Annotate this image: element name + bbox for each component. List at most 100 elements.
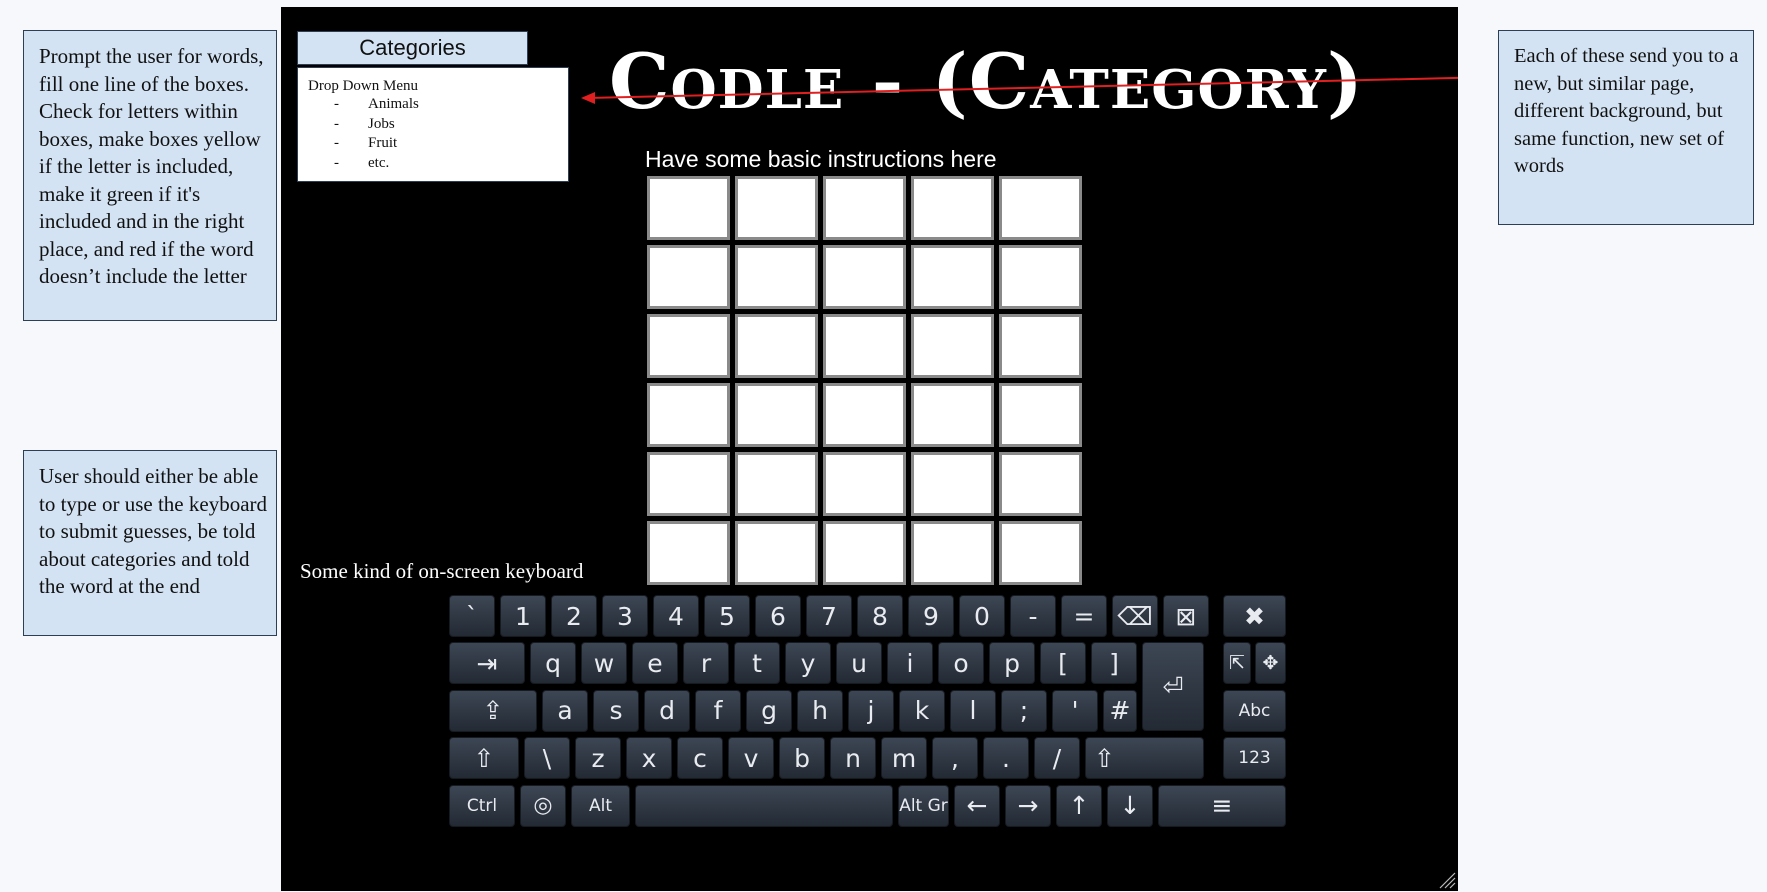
list-bullet: - [334, 96, 339, 112]
key-apostrophe[interactable]: ' [1052, 689, 1098, 732]
backspace-icon[interactable]: ⌫ [1112, 595, 1158, 637]
key-s[interactable]: s [593, 689, 639, 732]
resize-grip-icon[interactable] [1436, 869, 1456, 889]
delete-icon[interactable]: ⊠ [1163, 595, 1209, 637]
arrow-right-icon[interactable]: → [1005, 784, 1051, 827]
letter-box [735, 176, 818, 240]
letter-box [823, 314, 906, 378]
key-a[interactable]: a [542, 689, 588, 732]
key-equals[interactable]: = [1061, 595, 1107, 637]
alt-gr-key[interactable]: Alt Gr [898, 784, 949, 827]
key-e[interactable]: e [632, 642, 678, 685]
key-right-bracket[interactable]: ] [1091, 642, 1137, 685]
tab-icon[interactable]: ⇥ [449, 642, 525, 685]
caps-lock-icon[interactable]: ⇪ [449, 689, 537, 732]
list-bullet: - [334, 115, 339, 132]
key-left-bracket[interactable]: [ [1040, 642, 1086, 685]
key-f[interactable]: f [695, 689, 741, 732]
letter-box [999, 383, 1082, 447]
key-1[interactable]: 1 [500, 595, 546, 637]
close-keyboard-icon[interactable]: ✖ [1223, 595, 1286, 637]
key-minus[interactable]: - [1010, 595, 1056, 637]
key-g[interactable]: g [746, 689, 792, 732]
key-l[interactable]: l [950, 689, 996, 732]
key-slash[interactable]: / [1034, 737, 1080, 780]
menu-icon[interactable]: ≡ [1158, 784, 1286, 827]
key-semicolon[interactable]: ; [1001, 689, 1047, 732]
alt-key[interactable]: Alt [571, 784, 630, 827]
key-6[interactable]: 6 [755, 595, 801, 637]
key-n[interactable]: n [830, 737, 876, 780]
pointer-icon[interactable]: ⇱ [1223, 642, 1251, 685]
key-r[interactable]: r [683, 642, 729, 685]
space-bar[interactable] [635, 784, 893, 827]
dropdown-item-label: Fruit [368, 135, 398, 152]
letter-box [823, 176, 906, 240]
dropdown-item-label: Animals [368, 96, 419, 112]
key-i[interactable]: i [887, 642, 933, 685]
key-d[interactable]: d [644, 689, 690, 732]
move-icon[interactable]: ✥ [1255, 642, 1286, 685]
letter-box [823, 245, 906, 309]
key-h[interactable]: h [797, 689, 843, 732]
dropdown-item-label: Jobs [368, 115, 395, 132]
letter-box [999, 314, 1082, 378]
dropdown-item-fruit[interactable]: - Fruit [308, 134, 558, 154]
letter-box [823, 452, 906, 516]
key-hash[interactable]: # [1103, 689, 1137, 732]
key-v[interactable]: v [728, 737, 774, 780]
key-4[interactable]: 4 [653, 595, 699, 637]
key-o[interactable]: o [938, 642, 984, 685]
key-x[interactable]: x [626, 737, 672, 780]
keyboard-row-2: ⇥ q w e r t y u i o p [ ] ⏎ ⇱ ✥ [449, 642, 1289, 732]
key-period[interactable]: . [983, 737, 1029, 780]
key-5[interactable]: 5 [704, 595, 750, 637]
key-q[interactable]: q [530, 642, 576, 685]
key-t[interactable]: t [734, 642, 780, 685]
list-bullet: - [334, 154, 339, 171]
dropdown-item-jobs[interactable]: - Jobs [308, 115, 558, 135]
letter-box [647, 314, 730, 378]
key-p[interactable]: p [989, 642, 1035, 685]
key-z[interactable]: z [575, 737, 621, 780]
key-9[interactable]: 9 [908, 595, 954, 637]
key-backslash[interactable]: \ [524, 737, 570, 780]
dropdown-item-label: etc. [368, 154, 390, 171]
guess-grid [647, 176, 1082, 585]
abc-layout-button[interactable]: Abc [1223, 689, 1286, 732]
key-u[interactable]: u [836, 642, 882, 685]
arrow-down-icon[interactable]: ↓ [1107, 784, 1153, 827]
key-8[interactable]: 8 [857, 595, 903, 637]
key-3[interactable]: 3 [602, 595, 648, 637]
key-j[interactable]: j [848, 689, 894, 732]
key-w[interactable]: w [581, 642, 627, 685]
arrow-up-icon[interactable]: ↑ [1056, 784, 1102, 827]
dropdown-menu-title: Drop Down Menu [308, 78, 418, 94]
categories-button[interactable]: Categories [297, 31, 528, 65]
key-c[interactable]: c [677, 737, 723, 780]
letter-box [647, 245, 730, 309]
letter-box [647, 383, 730, 447]
numbers-layout-button[interactable]: 123 [1223, 737, 1286, 780]
key-backtick[interactable]: ` [449, 595, 495, 637]
shift-left-icon[interactable]: ⇧ [449, 737, 519, 780]
annotation-note-category-pages: Each of these send you to a new, but sim… [1498, 30, 1754, 225]
key-k[interactable]: k [899, 689, 945, 732]
keyboard-label: Some kind of on-screen keyboard [300, 559, 584, 583]
shift-right-icon[interactable]: ⇧ [1085, 737, 1204, 780]
key-m[interactable]: m [881, 737, 927, 780]
arrow-left-icon[interactable]: ← [954, 784, 1000, 827]
ubuntu-logo-icon[interactable]: ◎ [520, 784, 566, 827]
key-comma[interactable]: , [932, 737, 978, 780]
letter-box [735, 245, 818, 309]
dropdown-item-animals[interactable]: - Animals [308, 95, 558, 115]
key-b[interactable]: b [779, 737, 825, 780]
key-2[interactable]: 2 [551, 595, 597, 637]
key-0[interactable]: 0 [959, 595, 1005, 637]
annotation-note-keyboard-input: User should either be able to type or us… [23, 450, 277, 636]
letter-box [647, 521, 730, 585]
key-7[interactable]: 7 [806, 595, 852, 637]
dropdown-item-etc[interactable]: - etc. [308, 154, 558, 174]
ctrl-key[interactable]: Ctrl [449, 784, 515, 827]
key-y[interactable]: y [785, 642, 831, 685]
